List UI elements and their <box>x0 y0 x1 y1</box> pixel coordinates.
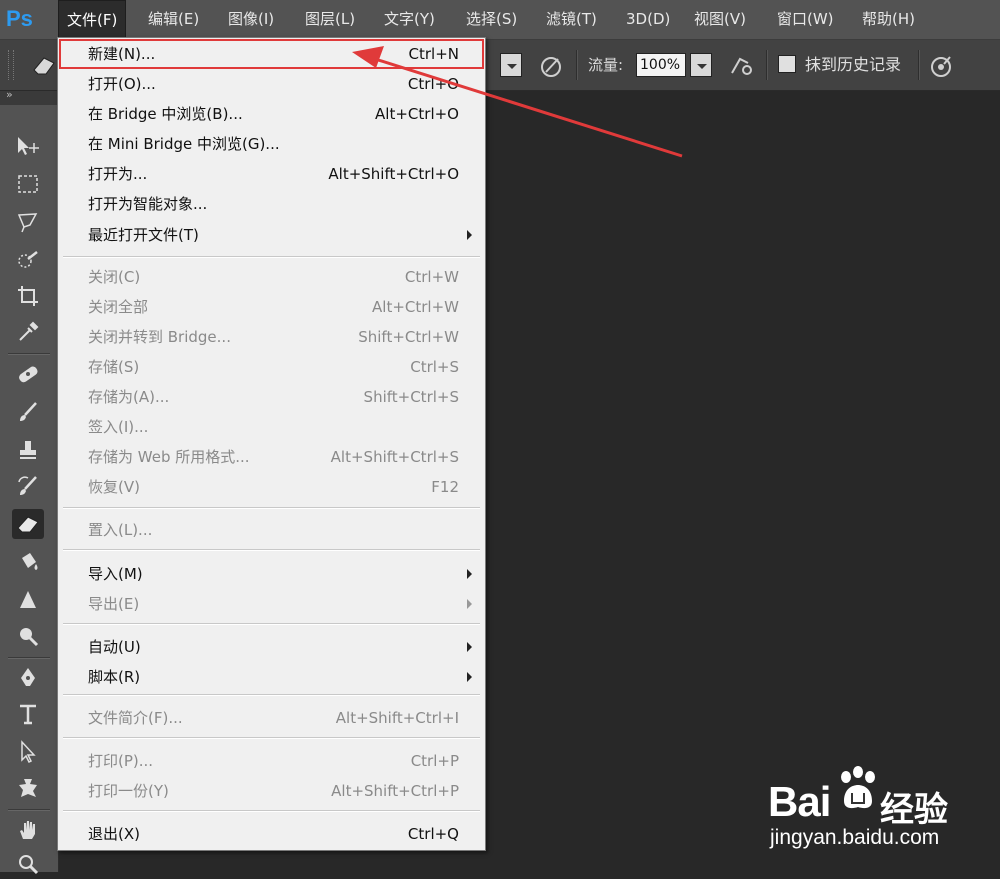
move-icon[interactable] <box>12 131 44 161</box>
menu-item-open-smart-object[interactable]: 打开为智能对象... <box>58 189 485 219</box>
menu-item-close-all[interactable]: 关闭全部 Alt+Ctrl+W <box>58 292 485 322</box>
submenu-arrow-icon <box>467 599 472 609</box>
menu-item-open-as[interactable]: 打开为... Alt+Shift+Ctrl+O <box>58 159 485 189</box>
submenu-arrow-icon <box>467 569 472 579</box>
submenu-arrow-icon <box>467 230 472 240</box>
menu-file[interactable]: 文件(F) <box>58 0 127 39</box>
menu-edit[interactable]: 编辑(E) <box>140 0 207 39</box>
menu-3d[interactable]: 3D(D) <box>618 0 678 39</box>
path-select-icon[interactable] <box>12 737 44 767</box>
menu-item-file-info[interactable]: 文件简介(F)... Alt+Shift+Ctrl+I <box>58 703 485 733</box>
menu-separator <box>63 256 480 258</box>
history-checkbox[interactable] <box>778 55 796 73</box>
menu-item-open[interactable]: 打开(O)... Ctrl+O <box>58 69 485 99</box>
menu-item-print[interactable]: 打印(P)... Ctrl+P <box>58 746 485 776</box>
lasso-icon[interactable] <box>12 207 44 237</box>
menu-item-browse-bridge[interactable]: 在 Bridge 中浏览(B)... Alt+Ctrl+O <box>58 99 485 129</box>
menu-item-save[interactable]: 存储(S) Ctrl+S <box>58 352 485 382</box>
tools-panel-header[interactable]: » <box>0 88 58 105</box>
menu-item-automate[interactable]: 自动(U) <box>58 632 485 662</box>
collapse-icon[interactable]: » <box>6 88 13 101</box>
menu-item-export[interactable]: 导出(E) <box>58 589 485 619</box>
submenu-arrow-icon <box>467 672 472 682</box>
highlight-box <box>59 39 484 69</box>
eraser-tool-preset-icon[interactable] <box>30 54 58 76</box>
menu-separator <box>63 737 480 739</box>
brush-mode-dropdown[interactable] <box>500 53 522 77</box>
menu-window[interactable]: 窗口(W) <box>769 0 842 39</box>
menu-item-place[interactable]: 置入(L)... <box>58 515 485 545</box>
history-checkbox-label: 抹到历史记录 <box>805 55 902 74</box>
airbrush-icon[interactable] <box>728 53 754 79</box>
menu-item-check-in[interactable]: 签入(I)... <box>58 412 485 442</box>
flow-label: 流量: <box>588 56 624 74</box>
menu-separator <box>63 810 480 812</box>
pressure-opacity-icon[interactable] <box>538 53 564 79</box>
menu-image[interactable]: 图像(I) <box>220 0 282 39</box>
options-bar-grip[interactable] <box>8 50 14 80</box>
healing-brush-icon[interactable] <box>12 359 44 389</box>
zoom-icon[interactable] <box>12 849 44 879</box>
quick-select-icon[interactable] <box>12 245 44 275</box>
crop-icon[interactable] <box>12 281 44 311</box>
submenu-arrow-icon <box>467 642 472 652</box>
hand-icon[interactable] <box>12 815 44 845</box>
menu-item-revert[interactable]: 恢复(V) F12 <box>58 472 485 502</box>
flow-input[interactable]: 100% <box>636 53 686 77</box>
menu-separator <box>63 549 480 551</box>
menu-select[interactable]: 选择(S) <box>458 0 525 39</box>
eraser-icon[interactable] <box>12 509 44 539</box>
file-menu-dropdown: 新建(N)... Ctrl+N 打开(O)... Ctrl+O 在 Bridge… <box>57 37 486 851</box>
menu-filter[interactable]: 滤镜(T) <box>538 0 605 39</box>
menu-view[interactable]: 视图(V) <box>686 0 754 39</box>
baidu-paw-icon <box>841 766 875 809</box>
menu-item-save-as[interactable]: 存储为(A)... Shift+Ctrl+S <box>58 382 485 412</box>
menu-item-save-for-web[interactable]: 存储为 Web 所用格式... Alt+Shift+Ctrl+S <box>58 442 485 472</box>
menu-item-recent-files[interactable]: 最近打开文件(T) <box>58 220 485 250</box>
watermark-brand: Bai <box>768 778 831 825</box>
shape-icon[interactable] <box>12 773 44 803</box>
menu-separator <box>63 507 480 509</box>
pressure-size-icon[interactable] <box>928 53 954 79</box>
menu-item-exit[interactable]: 退出(X) Ctrl+Q <box>58 819 485 849</box>
dodge-icon[interactable] <box>12 621 44 651</box>
history-brush-icon[interactable] <box>12 471 44 501</box>
menu-item-import[interactable]: 导入(M) <box>58 559 485 589</box>
blur-icon[interactable] <box>12 585 44 615</box>
type-icon[interactable] <box>12 699 44 729</box>
menu-item-print-one[interactable]: 打印一份(Y) Alt+Shift+Ctrl+P <box>58 776 485 806</box>
menu-item-close[interactable]: 关闭(C) Ctrl+W <box>58 262 485 292</box>
menu-item-new[interactable]: 新建(N)... Ctrl+N <box>58 39 485 69</box>
menu-type[interactable]: 文字(Y) <box>376 0 443 39</box>
tools-panel: » <box>0 88 59 875</box>
menu-bar: Ps 文件(F) 编辑(E) 图像(I) 图层(L) 文字(Y) 选择(S) 滤… <box>0 0 1000 40</box>
menu-item-close-go-bridge[interactable]: 关闭并转到 Bridge... Shift+Ctrl+W <box>58 322 485 352</box>
watermark-url: jingyan.baidu.com <box>770 826 940 849</box>
menu-layer[interactable]: 图层(L) <box>297 0 363 39</box>
photoshop-logo: Ps <box>6 6 33 31</box>
watermark-brand-cn: 经验 <box>880 790 948 830</box>
marquee-icon[interactable] <box>12 169 44 199</box>
flow-dropdown[interactable] <box>690 53 712 77</box>
menu-item-scripts[interactable]: 脚本(R) <box>58 662 485 692</box>
eyedropper-icon[interactable] <box>12 317 44 347</box>
menu-help[interactable]: 帮助(H) <box>854 0 923 39</box>
pen-icon[interactable] <box>12 663 44 693</box>
paint-bucket-icon[interactable] <box>12 547 44 577</box>
brush-icon[interactable] <box>12 397 44 427</box>
clone-stamp-icon[interactable] <box>12 435 44 465</box>
menu-separator <box>63 694 480 696</box>
menu-separator <box>63 623 480 625</box>
menu-item-browse-mini-bridge[interactable]: 在 Mini Bridge 中浏览(G)... <box>58 129 485 159</box>
